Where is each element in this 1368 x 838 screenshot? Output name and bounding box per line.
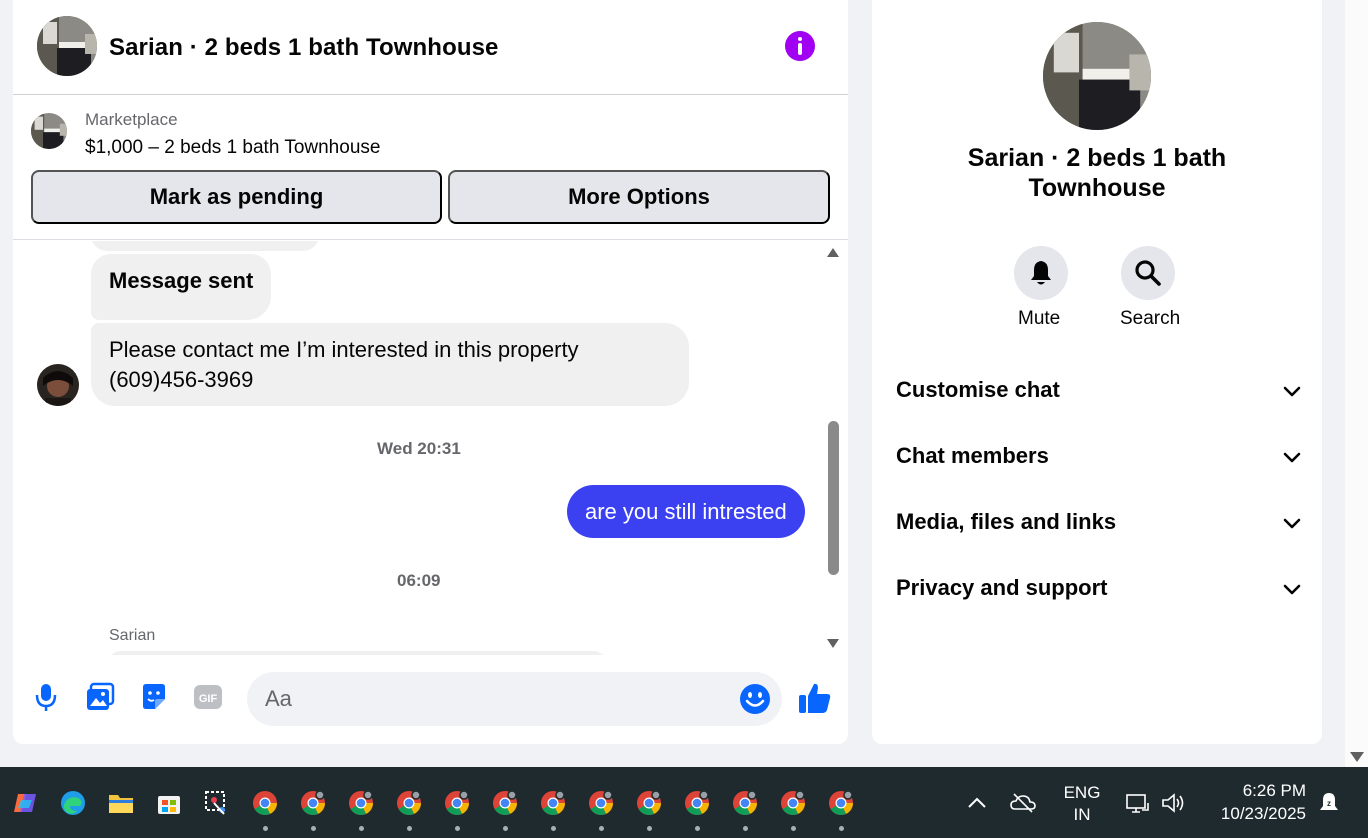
chat-panel: Sarian · 2 beds 1 bath Townhouse Marketp… — [13, 0, 848, 744]
copilot-icon[interactable] — [12, 790, 38, 816]
conversation-info-panel: Sarian · 2 beds 1 bath Townhouse Mute Se… — [872, 0, 1322, 744]
listing-avatar[interactable] — [37, 16, 97, 76]
message-bubble-partial — [91, 241, 319, 251]
chevron-down-icon — [1283, 386, 1301, 397]
notifications-icon[interactable]: z — [1316, 790, 1342, 816]
chrome-icon[interactable] — [252, 790, 278, 816]
section-privacy-support[interactable]: Privacy and support — [896, 567, 1302, 611]
sender-name: Sarian — [109, 627, 156, 644]
chrome-profile-icon[interactable] — [732, 790, 758, 816]
search-label: Search — [1120, 308, 1181, 329]
message-sent-bubble[interactable]: Message sent — [91, 254, 272, 320]
scroll-down-arrow[interactable] — [827, 639, 839, 648]
message-composer: GIF — [13, 655, 848, 744]
chat-header: Sarian · 2 beds 1 bath Townhouse — [13, 0, 848, 95]
listing-thumbnail[interactable] — [31, 113, 67, 149]
message-input[interactable] — [247, 672, 782, 726]
section-media-files-links[interactable]: Media, files and links — [896, 501, 1302, 545]
message-list[interactable]: Message sent Please contact me I’m inter… — [13, 241, 848, 655]
outgoing-message-bubble[interactable]: are you still intrested — [567, 485, 805, 538]
svg-text:z: z — [1327, 799, 1331, 808]
section-label: Privacy and support — [896, 575, 1108, 600]
snipping-tool-icon[interactable] — [204, 790, 230, 816]
timestamp: 06:09 — [397, 571, 441, 590]
chat-title[interactable]: Sarian · 2 beds 1 bath Townhouse — [109, 34, 499, 62]
chrome-profile-icon[interactable] — [348, 790, 374, 816]
sticker-icon[interactable] — [139, 681, 169, 713]
running-indicator — [503, 826, 508, 831]
chevron-up-icon[interactable] — [964, 790, 990, 816]
clock-date: 10/23/2025 — [1220, 804, 1306, 823]
page-scroll-down-arrow[interactable] — [1350, 752, 1364, 762]
taskbar: ENG IN 6:26 PM 10/23/2025 z — [0, 767, 1368, 838]
running-indicator — [311, 826, 316, 831]
chrome-profile-icon[interactable] — [636, 790, 662, 816]
running-indicator — [791, 826, 796, 831]
more-options-button[interactable]: More Options — [448, 170, 830, 224]
chrome-profile-icon[interactable] — [300, 790, 326, 816]
chrome-profile-icon[interactable] — [444, 790, 470, 816]
thumbs-up-icon[interactable] — [798, 681, 832, 715]
chevron-down-icon — [1283, 584, 1301, 595]
svg-text:GIF: GIF — [199, 693, 218, 705]
page-scrollbar[interactable] — [1345, 0, 1368, 767]
store-icon[interactable] — [156, 790, 182, 816]
chrome-profile-icon[interactable] — [828, 790, 854, 816]
chevron-down-icon — [1283, 518, 1301, 529]
microphone-icon[interactable] — [31, 681, 61, 713]
chrome-profile-icon[interactable] — [396, 790, 422, 816]
volume-icon[interactable] — [1160, 790, 1186, 816]
section-label: Chat members — [896, 443, 1049, 468]
listing-avatar-large[interactable] — [1043, 22, 1151, 130]
mark-as-pending-button[interactable]: Mark as pending — [31, 170, 442, 224]
emoji-icon[interactable] — [739, 683, 771, 715]
running-indicator — [599, 826, 604, 831]
section-chat-members[interactable]: Chat members — [896, 435, 1302, 479]
chevron-down-icon — [1283, 452, 1301, 463]
contact-message-bubble[interactable]: Please contact me I’m interested in this… — [91, 323, 689, 406]
scroll-up-arrow[interactable] — [827, 248, 839, 257]
timestamp: Wed 20:31 — [377, 439, 461, 458]
listing-price[interactable]: $1,000 – 2 beds 1 bath Townhouse — [85, 137, 380, 159]
running-indicator — [839, 826, 844, 831]
running-indicator — [695, 826, 700, 831]
info-icon[interactable] — [785, 31, 815, 61]
chrome-profile-icon[interactable] — [540, 790, 566, 816]
onedrive-offline-icon[interactable] — [1010, 790, 1036, 816]
edge-icon[interactable] — [60, 790, 86, 816]
region-code: IN — [1073, 805, 1091, 824]
running-indicator — [455, 826, 460, 831]
bell-icon — [1031, 261, 1051, 285]
running-indicator — [551, 826, 556, 831]
section-label: Customise chat — [896, 377, 1060, 402]
running-indicator — [359, 826, 364, 831]
chrome-profile-icon[interactable] — [684, 790, 710, 816]
language-code: ENG — [1063, 783, 1101, 802]
file-explorer-icon[interactable] — [108, 790, 134, 816]
search-button[interactable] — [1121, 246, 1175, 300]
section-customise-chat[interactable]: Customise chat — [896, 369, 1302, 413]
gif-icon[interactable]: GIF — [193, 681, 223, 713]
running-indicator — [263, 826, 268, 831]
chrome-profile-icon[interactable] — [588, 790, 614, 816]
running-indicator — [407, 826, 412, 831]
photo-icon[interactable] — [85, 681, 115, 713]
listing-source: Marketplace — [85, 110, 178, 129]
search-icon — [1135, 260, 1161, 286]
clock-time: 6:26 PM — [1242, 781, 1306, 800]
mute-button[interactable] — [1014, 246, 1068, 300]
clock[interactable]: 6:26 PM 10/23/2025 — [1208, 779, 1306, 825]
language-indicator[interactable]: ENG IN — [1062, 782, 1102, 838]
marketplace-listing: Marketplace $1,000 – 2 beds 1 bath Townh… — [13, 96, 848, 240]
scrollbar-thumb[interactable] — [828, 421, 839, 575]
mute-label: Mute — [1018, 308, 1061, 329]
section-label: Media, files and links — [896, 509, 1117, 534]
running-indicator — [647, 826, 652, 831]
sender-avatar[interactable] — [37, 364, 79, 406]
network-icon[interactable] — [1124, 790, 1150, 816]
chrome-profile-icon[interactable] — [492, 790, 518, 816]
info-title: Sarian · 2 beds 1 bath Townhouse — [967, 144, 1227, 202]
chrome-profile-icon[interactable] — [780, 790, 806, 816]
running-indicator — [743, 826, 748, 831]
